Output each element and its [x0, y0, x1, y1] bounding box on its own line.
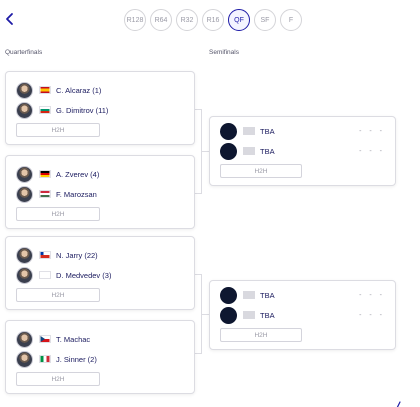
- avatar: [16, 165, 33, 183]
- blank-flag-icon: [39, 271, 51, 279]
- player-name: TBA: [260, 126, 275, 136]
- avatar: [220, 142, 237, 160]
- match-card-sf-1[interactable]: TBA - - - TBA - - - H2H: [209, 116, 396, 186]
- bulgaria-flag-icon: [39, 106, 51, 114]
- player-name: TBA: [260, 290, 275, 300]
- avatar: [16, 350, 33, 368]
- bracket-connector: [202, 151, 209, 152]
- round-r16[interactable]: R16: [202, 9, 224, 31]
- chile-flag-icon: [39, 251, 51, 259]
- avatar: [16, 266, 33, 284]
- avatar: [16, 330, 33, 348]
- avatar: [220, 122, 237, 140]
- avatar: [220, 286, 237, 304]
- round-selector: R128 R64 R32 R16 QF SF F: [124, 9, 302, 31]
- player-name[interactable]: A. Zverev (4): [56, 170, 99, 179]
- czech-flag-icon: [39, 335, 51, 343]
- round-r128[interactable]: R128: [124, 9, 146, 31]
- player-row: TBA - - -: [220, 122, 385, 140]
- player-name[interactable]: T. Machac: [56, 335, 90, 344]
- player-row: TBA - - -: [220, 286, 385, 304]
- h2h-button[interactable]: H2H: [16, 123, 100, 137]
- score: - - -: [359, 147, 385, 155]
- round-f[interactable]: F: [280, 9, 302, 31]
- player-name: TBA: [260, 146, 275, 156]
- h2h-button[interactable]: H2H: [16, 372, 100, 386]
- player-row: T. Machac: [16, 330, 184, 348]
- player-name[interactable]: J. Sinner (2): [56, 355, 97, 364]
- avatar: [16, 101, 33, 119]
- spain-flag-icon: [39, 86, 51, 94]
- avatar: [16, 246, 33, 264]
- column-title-quarterfinals: Quarterfinals: [5, 49, 43, 56]
- player-row: F. Marozsan: [16, 185, 184, 203]
- avatar: [16, 185, 33, 203]
- h2h-button[interactable]: H2H: [16, 207, 100, 221]
- score: - - -: [359, 291, 385, 299]
- placeholder-flag-icon: [243, 147, 255, 155]
- avatar: [16, 81, 33, 99]
- column-title-semifinals: Semifinals: [209, 49, 239, 56]
- player-row: D. Medvedev (3): [16, 266, 184, 284]
- match-card-qf-3[interactable]: N. Jarry (22) D. Medvedev (3) H2H: [5, 236, 195, 310]
- placeholder-flag-icon: [243, 127, 255, 135]
- bracket-connector: [195, 274, 202, 354]
- h2h-button[interactable]: H2H: [220, 328, 302, 342]
- player-row: A. Zverev (4): [16, 165, 184, 183]
- h2h-button[interactable]: H2H: [220, 164, 302, 178]
- match-card-qf-4[interactable]: T. Machac J. Sinner (2) H2H: [5, 320, 195, 394]
- placeholder-flag-icon: [243, 311, 255, 319]
- round-qf[interactable]: QF: [228, 9, 250, 31]
- germany-flag-icon: [39, 170, 51, 178]
- match-card-qf-2[interactable]: A. Zverev (4) F. Marozsan H2H: [5, 155, 195, 229]
- player-name[interactable]: N. Jarry (22): [56, 251, 98, 260]
- player-name: TBA: [260, 310, 275, 320]
- player-row: J. Sinner (2): [16, 350, 184, 368]
- round-r32[interactable]: R32: [176, 9, 198, 31]
- chevron-left-icon[interactable]: [3, 11, 17, 27]
- player-name[interactable]: C. Alcaraz (1): [56, 86, 101, 95]
- player-row: C. Alcaraz (1): [16, 81, 184, 99]
- placeholder-flag-icon: [243, 291, 255, 299]
- match-card-qf-1[interactable]: C. Alcaraz (1) G. Dimitrov (11) H2H: [5, 71, 195, 145]
- player-row: TBA - - -: [220, 306, 385, 324]
- score: - - -: [359, 127, 385, 135]
- player-name[interactable]: D. Medvedev (3): [56, 271, 111, 280]
- bracket-connector: [202, 314, 209, 315]
- italy-flag-icon: [39, 355, 51, 363]
- bracket-connector: [195, 109, 202, 194]
- chevron-icon: [396, 401, 401, 407]
- round-r64[interactable]: R64: [150, 9, 172, 31]
- player-name[interactable]: G. Dimitrov (11): [56, 106, 108, 115]
- avatar: [220, 306, 237, 324]
- score: - - -: [359, 311, 385, 319]
- hungary-flag-icon: [39, 190, 51, 198]
- player-row: TBA - - -: [220, 142, 385, 160]
- player-row: N. Jarry (22): [16, 246, 184, 264]
- h2h-button[interactable]: H2H: [16, 288, 100, 302]
- player-name[interactable]: F. Marozsan: [56, 190, 97, 199]
- player-row: G. Dimitrov (11): [16, 101, 184, 119]
- match-card-sf-2[interactable]: TBA - - - TBA - - - H2H: [209, 280, 396, 350]
- round-sf[interactable]: SF: [254, 9, 276, 31]
